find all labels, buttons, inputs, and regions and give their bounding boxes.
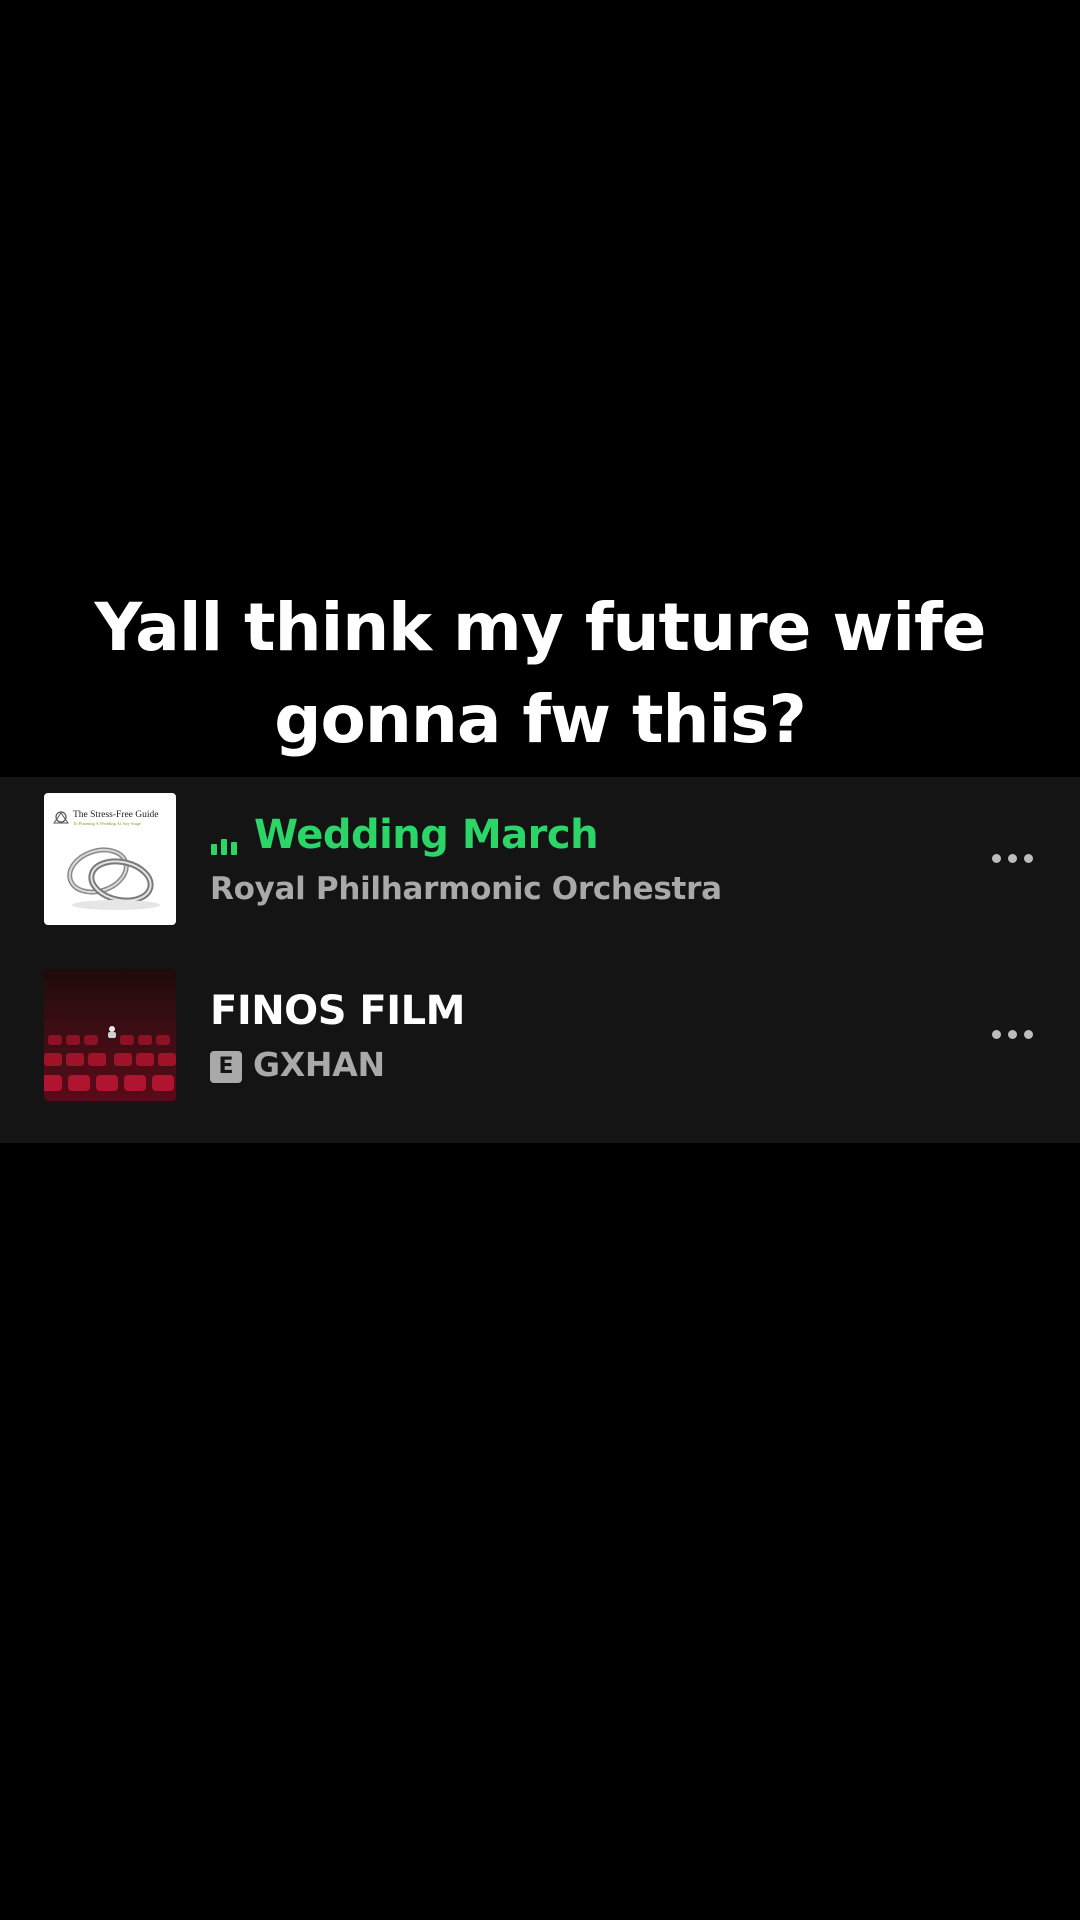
caption-text: Yall think my future wife gonna fw this? (0, 582, 1080, 766)
wedding-rings-icon: The Stress-Free Guide To Planning A Wedd… (44, 793, 176, 925)
track-artist-gxhan: GXHAN (253, 1045, 385, 1084)
track-row-wedding-march[interactable]: The Stress-Free Guide To Planning A Wedd… (0, 793, 1080, 925)
caption-line-1: Yall think my future wife (94, 589, 987, 666)
track-list: The Stress-Free Guide To Planning A Wedd… (0, 777, 1080, 1143)
more-options-icon[interactable] (990, 1025, 1036, 1045)
equalizer-bars-icon (211, 833, 243, 855)
cinema-seats-icon (44, 969, 176, 1101)
track-title-wedding-march: Wedding March (254, 812, 599, 858)
track-row-finos-film[interactable]: FINOS FILM E GXHAN (0, 969, 1080, 1101)
album-art-header: The Stress-Free Guide (73, 810, 158, 820)
album-art-wedding-march: The Stress-Free Guide To Planning A Wedd… (44, 793, 176, 925)
album-art-subheader: To Planning A Wedding At Any Stage (73, 821, 141, 826)
track-title-finos-film: FINOS FILM (210, 988, 465, 1034)
explicit-badge: E (210, 1051, 242, 1083)
more-options-icon[interactable] (990, 849, 1036, 869)
album-art-finos-film (44, 969, 176, 1101)
screen: Yall think my future wife gonna fw this?… (0, 0, 1080, 1920)
caption-line-2: gonna fw this? (274, 681, 806, 758)
track-artist-royal-philharmonic: Royal Philharmonic Orchestra (210, 871, 722, 907)
